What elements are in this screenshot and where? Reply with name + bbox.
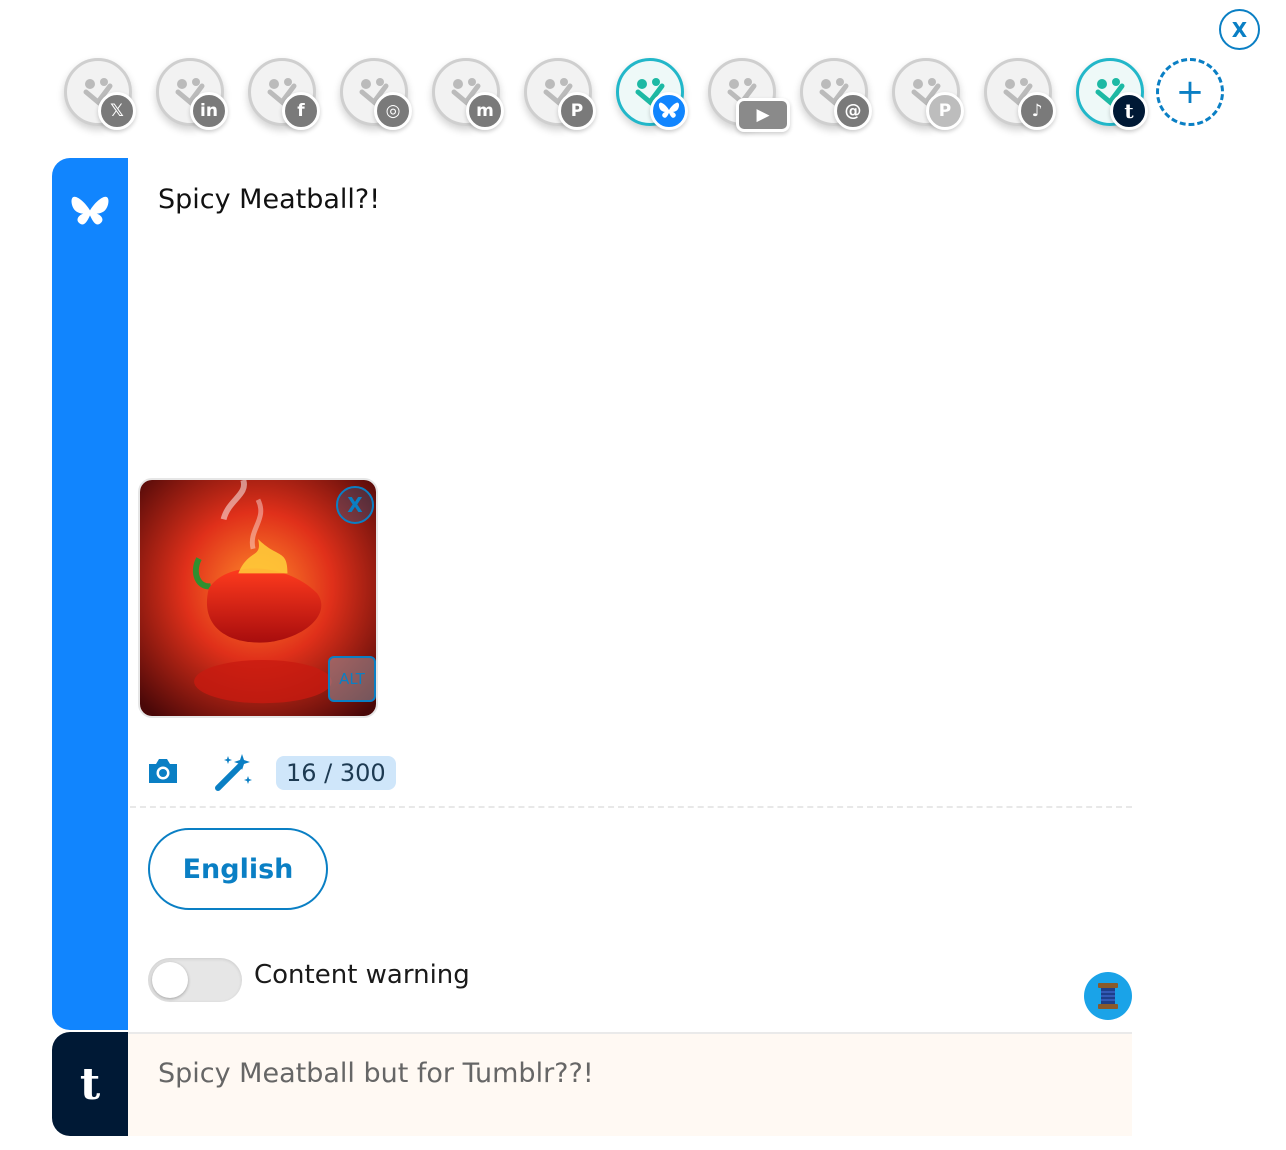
bluesky-icon xyxy=(650,92,688,130)
account-tumblr[interactable]: t xyxy=(1076,58,1148,130)
linkedin-icon: in xyxy=(190,92,228,130)
account-pinterest[interactable]: P xyxy=(524,58,596,130)
close-dialog-button[interactable]: X xyxy=(1219,9,1260,50)
attached-image[interactable]: X ALT xyxy=(138,478,378,718)
alt-text-button[interactable]: ALT xyxy=(328,656,376,702)
instagram-icon: ◎ xyxy=(374,92,412,130)
tumblr-post-editor: t Spicy Meatball but for Tumblr??! xyxy=(52,1032,1132,1136)
account-selector: 𝕏 in f ◎ m P ▶ @ P ♪ t + xyxy=(62,56,1232,136)
language-button[interactable]: English xyxy=(148,828,328,910)
account-linkedin[interactable]: in xyxy=(156,58,228,130)
tumblr-post-body[interactable]: Spicy Meatball but for Tumblr??! xyxy=(128,1032,1132,1136)
bluesky-post-text[interactable]: Spicy Meatball?! xyxy=(158,184,380,215)
tumblr-icon: t xyxy=(1110,92,1148,130)
account-bluesky[interactable] xyxy=(616,58,688,130)
account-threads[interactable]: @ xyxy=(800,58,872,130)
mastodon-icon: m xyxy=(466,92,504,130)
section-divider xyxy=(130,806,1132,808)
pixelfed-icon: P xyxy=(926,92,964,130)
add-account-button[interactable]: + xyxy=(1156,58,1224,126)
remove-image-button[interactable]: X xyxy=(336,486,374,524)
camera-icon[interactable] xyxy=(146,756,180,786)
toggle-knob xyxy=(152,962,188,998)
account-facebook[interactable]: f xyxy=(248,58,320,130)
pinterest-icon: P xyxy=(558,92,596,130)
account-youtube[interactable]: ▶ xyxy=(708,58,790,132)
threads-icon: @ xyxy=(834,92,872,130)
content-warning-toggle[interactable] xyxy=(148,958,242,1002)
tiktok-icon: ♪ xyxy=(1018,92,1056,130)
account-mastodon[interactable]: m xyxy=(432,58,504,130)
x-icon: 𝕏 xyxy=(98,92,136,130)
bluesky-stripe xyxy=(52,158,128,1030)
character-counter: 16 / 300 xyxy=(276,756,396,790)
account-instagram[interactable]: ◎ xyxy=(340,58,412,130)
tumblr-post-text[interactable]: Spicy Meatball but for Tumblr??! xyxy=(158,1058,594,1089)
account-x[interactable]: 𝕏 xyxy=(64,58,136,130)
bluesky-post-editor: Spicy Meatball?! X ALT 16 / 300 English … xyxy=(52,158,1132,1030)
content-warning-label: Content warning xyxy=(254,960,470,990)
editor-toolbar: 16 / 300 xyxy=(146,750,546,796)
bluesky-butterfly-icon xyxy=(71,196,109,225)
thread-spool-button[interactable] xyxy=(1084,972,1132,1020)
spool-icon xyxy=(1098,983,1118,1009)
account-tiktok[interactable]: ♪ xyxy=(984,58,1056,130)
magic-wand-icon[interactable] xyxy=(212,750,256,794)
facebook-icon: f xyxy=(282,92,320,130)
youtube-icon: ▶ xyxy=(736,98,790,132)
tumblr-stripe-icon: t xyxy=(52,1032,128,1136)
account-pixelfed[interactable]: P xyxy=(892,58,964,130)
